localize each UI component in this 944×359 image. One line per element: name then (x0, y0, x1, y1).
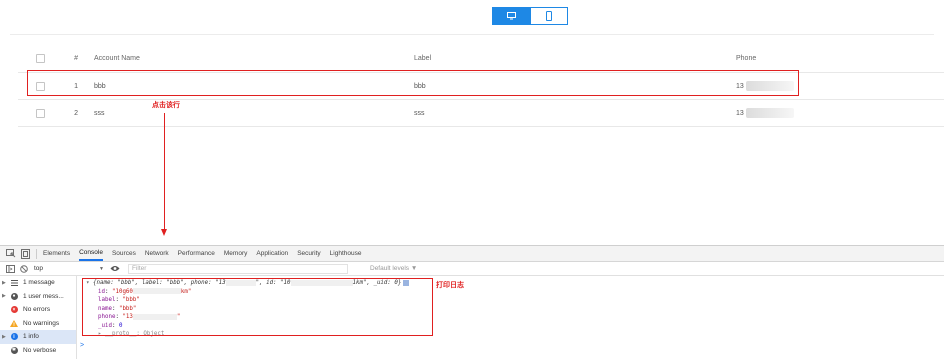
mobile-view-button[interactable] (530, 7, 568, 25)
row-phone: 13 (736, 100, 794, 126)
context-selector[interactable]: top ▼ (34, 264, 104, 274)
sidebar-label: 1 info (23, 333, 39, 341)
warning-icon (9, 319, 19, 327)
filter-input[interactable]: Filter (128, 263, 348, 274)
top-divider (10, 34, 934, 35)
error-icon: × (9, 306, 19, 314)
row-checkbox[interactable] (36, 108, 45, 118)
console-prompt[interactable]: > (80, 342, 84, 349)
tab-sources[interactable]: Sources (112, 246, 136, 261)
monitor-icon (506, 12, 516, 20)
tab-elements[interactable]: Elements (43, 246, 70, 261)
console-sidebar: ▶ 1 message ▶ ● 1 user mess... × No erro… (0, 276, 77, 359)
context-value: top (34, 265, 44, 272)
bug-icon: ✱ (10, 346, 18, 354)
tab-memory[interactable]: Memory (224, 246, 247, 261)
devtools-tabbar: Elements Console Sources Network Perform… (0, 246, 944, 262)
annotation-arrow-head (161, 229, 167, 236)
list-icon (9, 279, 19, 286)
sidebar-label: No warnings (23, 319, 60, 327)
tab-security[interactable]: Security (297, 246, 320, 261)
info-icon: i (9, 333, 19, 341)
table-header-row: # Account Name Label Phone (18, 45, 944, 73)
row-label: sss (414, 109, 425, 117)
sidebar-item-verbose[interactable]: ✱ No verbose (0, 344, 76, 358)
sidebar-label: 1 user mess... (23, 292, 64, 300)
tab-console[interactable]: Console (79, 246, 103, 261)
sidebar-label: No errors (23, 306, 51, 314)
row-account-name: sss (94, 109, 105, 117)
sidebar-item-messages[interactable]: ▶ 1 message (0, 276, 76, 290)
click-row-annotation: 点击该行 (152, 102, 180, 109)
tab-network[interactable]: Network (145, 246, 169, 261)
tab-separator (36, 248, 37, 259)
header-phone: Phone (736, 55, 757, 62)
row-phone-text: 13 (736, 109, 744, 117)
sidebar-toggle-icon[interactable] (6, 264, 15, 273)
sidebar-item-info[interactable]: ▶ i 1 info (0, 330, 76, 344)
expand-arrow-icon: ▶ (2, 279, 6, 286)
log-highlight-box (82, 278, 433, 336)
expand-arrow-icon: ▶ (2, 333, 6, 340)
select-all-checkbox[interactable] (36, 54, 45, 63)
chevron-down-icon: ▼ (99, 265, 104, 272)
clear-console-icon[interactable] (20, 264, 28, 273)
devtools-panel: Elements Console Sources Network Perform… (0, 245, 944, 359)
header-label: Label (414, 55, 432, 62)
annotation-arrow-line (164, 113, 165, 231)
header-index: # (74, 55, 78, 62)
tab-application[interactable]: Application (256, 246, 288, 261)
sidebar-label: No verbose (23, 346, 57, 354)
sidebar-item-warnings[interactable]: No warnings (0, 317, 76, 331)
header-account-name: Account Name (94, 55, 140, 62)
print-log-annotation: 打印日志 (436, 282, 464, 289)
expand-arrow-icon: ▶ (2, 293, 6, 300)
phone-icon (546, 11, 552, 21)
sidebar-item-errors[interactable]: × No errors (0, 303, 76, 317)
row-highlight-box (27, 70, 799, 96)
sidebar-item-user-messages[interactable]: ▶ ● 1 user mess... (0, 290, 76, 304)
inspect-icon[interactable] (6, 249, 16, 258)
user-icon: ● (10, 292, 18, 300)
tab-performance[interactable]: Performance (178, 246, 215, 261)
row-index: 2 (74, 109, 78, 117)
device-toggle (492, 7, 568, 25)
desktop-view-button[interactable] (492, 7, 530, 25)
sidebar-label: 1 message (23, 279, 55, 287)
log-levels-dropdown[interactable]: Default levels ▼ (370, 262, 417, 275)
redaction-blur (745, 108, 794, 118)
console-toolbar: top ▼ Filter Default levels ▼ (0, 262, 944, 276)
device-toolbar-icon[interactable] (21, 248, 30, 259)
eye-icon[interactable] (110, 265, 120, 272)
tab-lighthouse[interactable]: Lighthouse (330, 246, 362, 261)
